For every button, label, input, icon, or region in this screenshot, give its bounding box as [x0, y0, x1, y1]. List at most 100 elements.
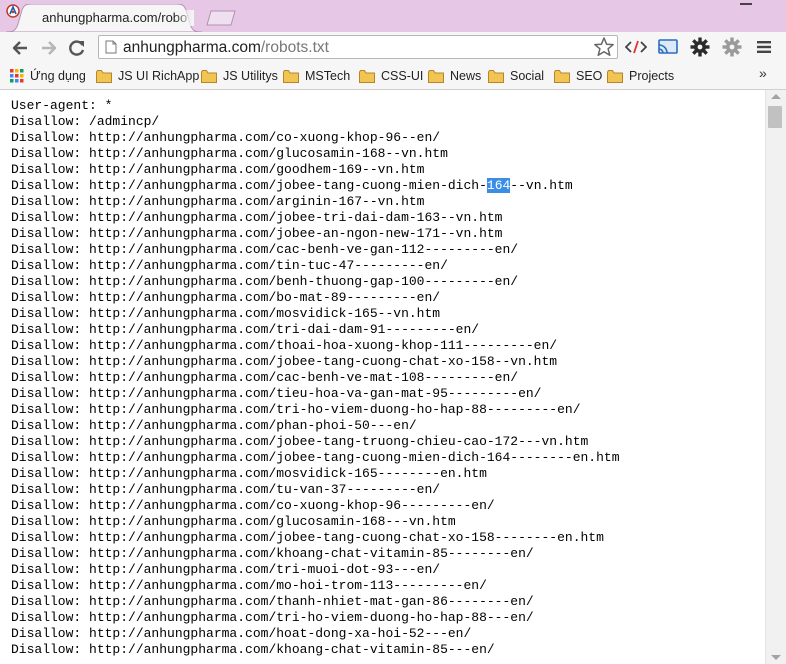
bookmark-label: JS Utilitys [223, 69, 278, 83]
bookmark-label: Projects [629, 69, 675, 83]
bookmark-apps-label: Ứng dụng [30, 69, 86, 83]
source-code-icon [625, 40, 647, 54]
selection-prefix: Disallow: http://anhungpharma.com/jobee-… [11, 178, 487, 193]
disallow-line: Disallow: http://anhungpharma.com/co-xuo… [11, 130, 441, 145]
disallow-line: Disallow: http://anhungpharma.com/cac-be… [11, 242, 519, 257]
bookmark-folder-css-ui[interactable]: CSS-UI [359, 67, 423, 85]
url-path: /robots.txt [260, 39, 329, 56]
disallow-line: Disallow: http://anhungpharma.com/argini… [11, 194, 425, 209]
disallow-line: Disallow: http://anhungpharma.com/mosvid… [11, 466, 487, 481]
tab-robots-txt[interactable]: anhungpharma.com/robots.txt [6, 4, 202, 32]
new-tab-button[interactable] [204, 10, 238, 26]
bookmark-label: CSS-UI [381, 69, 424, 83]
bookmark-folder-mstech[interactable]: MSTech [283, 67, 350, 85]
bookmark-label: JS UI RichApp [118, 69, 200, 83]
disallow-line: Disallow: http://anhungpharma.com/bo-mat… [11, 290, 441, 305]
disallow-line: Disallow: http://anhungpharma.com/tri-mu… [11, 562, 441, 577]
bookmark-folder-js-ui-richapp[interactable]: JS UI RichApp [96, 67, 199, 85]
disallow-line: Disallow: http://anhungpharma.com/khoang… [11, 642, 495, 657]
disallow-line: Disallow: http://anhungpharma.com/co-xuo… [11, 498, 495, 513]
page-icon [105, 40, 117, 54]
folder-icon [428, 69, 444, 83]
bookmark-label: MSTech [305, 69, 351, 83]
scroll-down-arrow-icon[interactable] [771, 655, 781, 660]
bookmark-label: News [450, 69, 482, 83]
folder-icon [201, 69, 217, 83]
bookmarks-overflow-button[interactable]: » [759, 65, 767, 81]
folder-icon [283, 69, 299, 83]
title-bar: anhungpharma.com/robots.txt [0, 0, 786, 32]
disallow-line: Disallow: http://anhungpharma.com/thanh-… [11, 594, 534, 609]
disallow-line-with-selection: Disallow: http://anhungpharma.com/jobee-… [11, 178, 620, 194]
bookmark-folder-news[interactable]: News [428, 67, 481, 85]
robots-txt-text: User-agent: * Disallow: /admincp/Disallow… [11, 98, 620, 658]
disallow-line: Disallow: http://anhungpharma.com/tri-ho… [11, 402, 581, 417]
disallow-line: Disallow: http://anhungpharma.com/glucos… [11, 514, 456, 529]
scrollbar-thumb[interactable] [768, 106, 782, 128]
url-host: anhungpharma.com [123, 39, 261, 56]
disallow-line: Disallow: http://anhungpharma.com/mo-hoi… [11, 578, 487, 593]
reload-icon [69, 40, 85, 56]
menu-icon [757, 41, 771, 53]
bookmark-apps[interactable]: Ứng dụng [10, 67, 86, 85]
bookmark-folder-seo[interactable]: SEO [554, 67, 602, 85]
disallow-line: Disallow: http://anhungpharma.com/jobee-… [11, 434, 589, 449]
vertical-scrollbar[interactable] [765, 90, 786, 664]
window-minimize-button[interactable] [736, 0, 756, 10]
cast-button[interactable] [656, 36, 680, 58]
page-content: User-agent: * Disallow: /admincp/Disallow… [0, 90, 765, 664]
disallow-line: Disallow: http://anhungpharma.com/benh-t… [11, 274, 519, 289]
selection-suffix: --vn.htm [510, 178, 573, 193]
folder-icon [96, 69, 112, 83]
disallow-line: Disallow: http://anhungpharma.com/jobee-… [11, 226, 503, 241]
apps-grid-icon [10, 69, 24, 83]
folder-icon [359, 69, 375, 83]
tab-title-fade [174, 10, 194, 26]
bookmark-folder-js-utilitys[interactable]: JS Utilitys [201, 67, 278, 85]
extension-button[interactable] [720, 36, 744, 58]
disallow-line: Disallow: http://anhungpharma.com/jobee-… [11, 530, 604, 545]
cast-icon [658, 39, 678, 54]
disallow-line: Disallow: http://anhungpharma.com/jobee-… [11, 354, 558, 369]
settings-extension-button[interactable] [688, 36, 712, 58]
address-bar[interactable]: anhungpharma.com/robots.txt [98, 35, 618, 59]
site-favicon-icon [6, 4, 20, 18]
folder-icon [554, 69, 570, 83]
back-button[interactable] [8, 36, 32, 60]
disallow-line: Disallow: http://anhungpharma.com/hoat-d… [11, 626, 472, 641]
folder-icon [607, 69, 623, 83]
user-agent-line: User-agent: * [11, 98, 113, 113]
disallow-line: Disallow: http://anhungpharma.com/tri-da… [11, 322, 480, 337]
disallow-line: Disallow: http://anhungpharma.com/cac-be… [11, 370, 519, 385]
disallow-line: Disallow: http://anhungpharma.com/glucos… [11, 146, 448, 161]
view-source-button[interactable] [624, 36, 648, 58]
bookmark-label: SEO [576, 69, 603, 83]
disallow-line: Disallow: http://anhungpharma.com/tieu-h… [11, 386, 542, 401]
star-icon[interactable] [593, 36, 615, 58]
extension-gear-icon [722, 37, 742, 57]
reload-button[interactable] [65, 36, 89, 60]
disallow-line: Disallow: http://anhungpharma.com/tu-van… [11, 482, 441, 497]
forward-button[interactable] [37, 36, 61, 60]
url-text: anhungpharma.com/robots.txt [123, 38, 329, 57]
disallow-line: Disallow: http://anhungpharma.com/mosvid… [11, 306, 441, 321]
selected-text: 164 [486, 178, 511, 193]
bookmark-folder-social[interactable]: Social [488, 67, 544, 85]
disallow-line: Disallow: http://anhungpharma.com/tri-ho… [11, 610, 534, 625]
tab-title: anhungpharma.com/robots.txt [42, 10, 188, 25]
chrome-menu-button[interactable] [752, 36, 776, 58]
disallow-line: Disallow: http://anhungpharma.com/thoai-… [11, 338, 558, 353]
bookmarks-bar: Ứng dụng JS UI RichApp JS Utilitys MSTec… [0, 63, 786, 90]
folder-icon [488, 69, 504, 83]
disallow-line: Disallow: http://anhungpharma.com/phan-p… [11, 418, 417, 433]
disallow-line: Disallow: http://anhungpharma.com/tin-tu… [11, 258, 448, 273]
back-icon [12, 41, 27, 55]
bookmark-label: Social [510, 69, 545, 83]
scroll-up-arrow-icon[interactable] [771, 94, 781, 99]
disallow-line: Disallow: http://anhungpharma.com/jobee-… [11, 210, 503, 225]
gear-icon [690, 37, 710, 57]
disallow-line: Disallow: /admincp/ [11, 114, 160, 129]
disallow-line: Disallow: http://anhungpharma.com/khoang… [11, 546, 534, 561]
disallow-line: Disallow: http://anhungpharma.com/jobee-… [11, 450, 620, 465]
bookmark-folder-projects[interactable]: Projects [607, 67, 674, 85]
